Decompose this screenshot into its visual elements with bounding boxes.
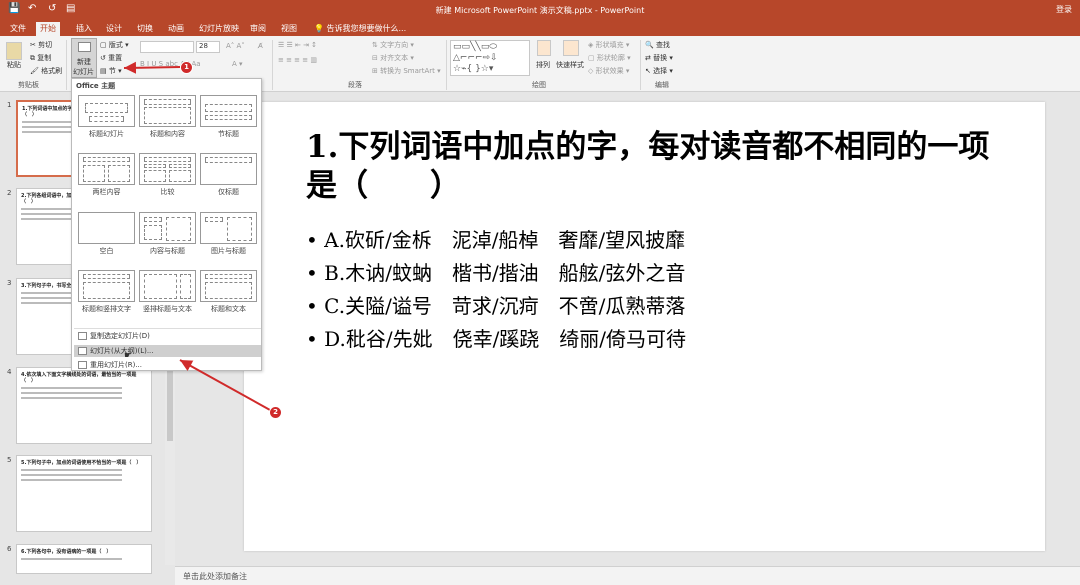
arrow-2 <box>179 359 271 411</box>
callout-2: 2 <box>269 406 282 419</box>
callout-1: 1 <box>180 61 193 74</box>
arrow-1 <box>123 61 181 74</box>
annotation-arrows <box>123 61 271 411</box>
